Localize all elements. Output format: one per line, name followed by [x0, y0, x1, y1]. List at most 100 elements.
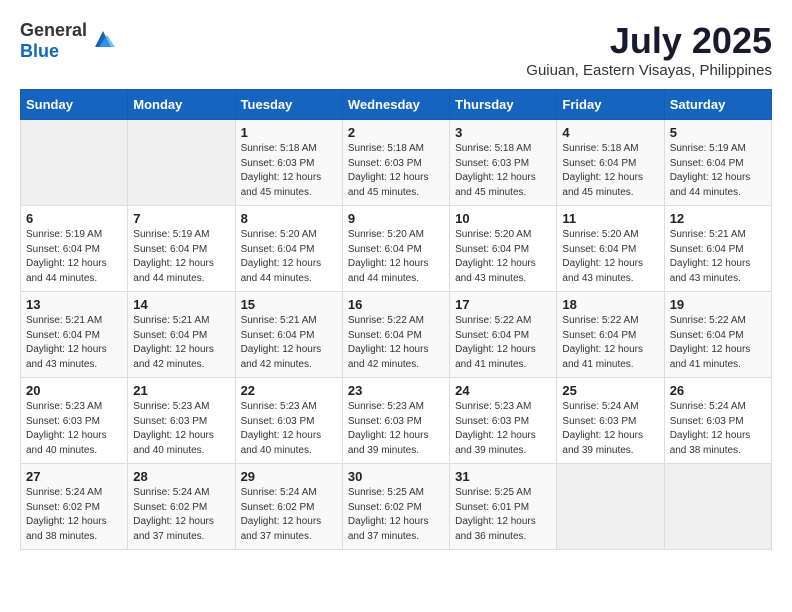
- calendar-cell: 13Sunrise: 5:21 AM Sunset: 6:04 PM Dayli…: [21, 292, 128, 378]
- calendar-cell: 17Sunrise: 5:22 AM Sunset: 6:04 PM Dayli…: [450, 292, 557, 378]
- calendar-cell: 11Sunrise: 5:20 AM Sunset: 6:04 PM Dayli…: [557, 206, 664, 292]
- day-number: 26: [670, 383, 766, 398]
- calendar-cell: 6Sunrise: 5:19 AM Sunset: 6:04 PM Daylig…: [21, 206, 128, 292]
- calendar-cell: 23 Sunrise: 5:23 AM Sunset: 6:03 PM Dayli…: [342, 378, 449, 464]
- day-number: 29: [241, 469, 337, 484]
- weekday-wednesday: Wednesday: [342, 90, 449, 120]
- calendar-subtitle: Guiuan, Eastern Visayas, Philippines: [526, 62, 772, 79]
- day-info: Sunrise: 5:21 AM Sunset: 6:04 PM Dayligh…: [133, 314, 229, 372]
- calendar-week-3: 13 Sunrise: 5:21 AM Sunset: 6:04 PM Dayli…: [21, 292, 772, 378]
- day-info: Sunrise: 5:23 AM Sunset: 6:03 PM Dayligh…: [26, 400, 122, 458]
- day-info: Sunrise: 5:24 AM Sunset: 6:02 PM Dayligh…: [133, 486, 229, 544]
- calendar-cell: 5Sunrise: 5:19 AM Sunset: 6:04 PM Daylig…: [664, 120, 771, 206]
- calendar-week-1: 1 Sunrise: 5:18 AM Sunset: 6:03 PM Daylig…: [21, 120, 772, 206]
- calendar-cell: 7 Sunrise: 5:19 AM Sunset: 6:04 PM Daylig…: [128, 206, 235, 292]
- weekday-tuesday: Tuesday: [235, 90, 342, 120]
- day-info: Sunrise: 5:19 AM Sunset: 6:04 PM Dayligh…: [133, 228, 229, 286]
- page-header: General Blue July 2025 Guiuan, Eastern V…: [20, 20, 772, 79]
- day-number: 19: [670, 297, 766, 312]
- day-number: 30: [348, 469, 444, 484]
- day-number: 16: [348, 297, 444, 312]
- calendar-cell: [128, 120, 235, 206]
- calendar-cell: 21 Sunrise: 5:23 AM Sunset: 6:03 PM Dayli…: [128, 378, 235, 464]
- calendar-table: SundayMondayTuesdayWednesdayThursdayFrid…: [20, 89, 772, 550]
- calendar-body: 1 Sunrise: 5:18 AM Sunset: 6:03 PM Daylig…: [21, 120, 772, 550]
- day-info: Sunrise: 5:24 AM Sunset: 6:03 PM Dayligh…: [562, 400, 658, 458]
- calendar-cell: 22 Sunrise: 5:23 AM Sunset: 6:03 PM Dayli…: [235, 378, 342, 464]
- calendar-cell: 3Sunrise: 5:18 AM Sunset: 6:03 PM Daylig…: [450, 120, 557, 206]
- day-number: 27: [26, 469, 122, 484]
- day-number: 14: [133, 297, 229, 312]
- weekday-sunday: Sunday: [21, 90, 128, 120]
- day-info: Sunrise: 5:23 AM Sunset: 6:03 PM Dayligh…: [133, 400, 229, 458]
- weekday-saturday: Saturday: [664, 90, 771, 120]
- day-number: 9: [348, 211, 444, 226]
- day-number: 24: [455, 383, 551, 398]
- calendar-cell: 20 Sunrise: 5:23 AM Sunset: 6:03 PM Dayli…: [21, 378, 128, 464]
- calendar-cell: 29 Sunrise: 5:24 AM Sunset: 6:02 PM Dayli…: [235, 464, 342, 550]
- calendar-cell: 18Sunrise: 5:22 AM Sunset: 6:04 PM Dayli…: [557, 292, 664, 378]
- calendar-cell: 2Sunrise: 5:18 AM Sunset: 6:03 PM Daylig…: [342, 120, 449, 206]
- day-info: Sunrise: 5:19 AM Sunset: 6:04 PM Dayligh…: [26, 228, 122, 286]
- calendar-cell: [557, 464, 664, 550]
- calendar-cell: 26 Sunrise: 5:24 AM Sunset: 6:03 PM Dayli…: [664, 378, 771, 464]
- day-number: 25: [562, 383, 658, 398]
- calendar-cell: 14 Sunrise: 5:21 AM Sunset: 6:04 PM Dayli…: [128, 292, 235, 378]
- day-number: 4: [562, 125, 658, 140]
- day-info: Sunrise: 5:21 AM Sunset: 6:04 PM Dayligh…: [670, 228, 766, 286]
- day-info: Sunrise: 5:22 AM Sunset: 6:04 PM Dayligh…: [670, 314, 766, 372]
- calendar-cell: [21, 120, 128, 206]
- day-number: 10: [455, 211, 551, 226]
- day-info: Sunrise: 5:22 AM Sunset: 6:04 PM Dayligh…: [562, 314, 658, 372]
- calendar-cell: 12 Sunrise: 5:21 AM Sunset: 6:04 PM Dayli…: [664, 206, 771, 292]
- day-number: 21: [133, 383, 229, 398]
- day-info: Sunrise: 5:22 AM Sunset: 6:04 PM Dayligh…: [348, 314, 444, 372]
- calendar-week-4: 20 Sunrise: 5:23 AM Sunset: 6:03 PM Dayli…: [21, 378, 772, 464]
- day-number: 8: [241, 211, 337, 226]
- logo: General Blue: [20, 20, 117, 62]
- day-info: Sunrise: 5:23 AM Sunset: 6:03 PM Dayligh…: [241, 400, 337, 458]
- calendar-title: July 2025: [526, 20, 772, 62]
- day-info: Sunrise: 5:20 AM Sunset: 6:04 PM Dayligh…: [562, 228, 658, 286]
- day-number: 28: [133, 469, 229, 484]
- calendar-cell: 27Sunrise: 5:24 AM Sunset: 6:02 PM Dayli…: [21, 464, 128, 550]
- day-number: 23: [348, 383, 444, 398]
- logo-icon: [89, 27, 117, 55]
- logo-blue: Blue: [20, 41, 59, 61]
- day-info: Sunrise: 5:20 AM Sunset: 6:04 PM Dayligh…: [348, 228, 444, 286]
- day-number: 22: [241, 383, 337, 398]
- day-info: Sunrise: 5:25 AM Sunset: 6:01 PM Dayligh…: [455, 486, 551, 544]
- day-info: Sunrise: 5:24 AM Sunset: 6:02 PM Dayligh…: [241, 486, 337, 544]
- day-info: Sunrise: 5:18 AM Sunset: 6:03 PM Dayligh…: [455, 142, 551, 200]
- day-number: 1: [241, 125, 337, 140]
- calendar-cell: 24 Sunrise: 5:23 AM Sunset: 6:03 PM Dayli…: [450, 378, 557, 464]
- weekday-header-row: SundayMondayTuesdayWednesdayThursdayFrid…: [21, 90, 772, 120]
- logo-text: General Blue: [20, 20, 87, 62]
- calendar-cell: 9 Sunrise: 5:20 AM Sunset: 6:04 PM Daylig…: [342, 206, 449, 292]
- day-info: Sunrise: 5:20 AM Sunset: 6:04 PM Dayligh…: [241, 228, 337, 286]
- day-info: Sunrise: 5:24 AM Sunset: 6:03 PM Dayligh…: [670, 400, 766, 458]
- day-number: 12: [670, 211, 766, 226]
- calendar-cell: 1 Sunrise: 5:18 AM Sunset: 6:03 PM Daylig…: [235, 120, 342, 206]
- day-number: 17: [455, 297, 551, 312]
- day-number: 7: [133, 211, 229, 226]
- day-info: Sunrise: 5:23 AM Sunset: 6:03 PM Dayligh…: [455, 400, 551, 458]
- day-info: Sunrise: 5:21 AM Sunset: 6:04 PM Dayligh…: [241, 314, 337, 372]
- day-info: Sunrise: 5:23 AM Sunset: 6:03 PM Dayligh…: [348, 400, 444, 458]
- weekday-friday: Friday: [557, 90, 664, 120]
- day-info: Sunrise: 5:18 AM Sunset: 6:04 PM Dayligh…: [562, 142, 658, 200]
- calendar-cell: [664, 464, 771, 550]
- day-info: Sunrise: 5:18 AM Sunset: 6:03 PM Dayligh…: [241, 142, 337, 200]
- calendar-cell: 30 Sunrise: 5:25 AM Sunset: 6:02 PM Dayli…: [342, 464, 449, 550]
- calendar-week-2: 6Sunrise: 5:19 AM Sunset: 6:04 PM Daylig…: [21, 206, 772, 292]
- day-info: Sunrise: 5:19 AM Sunset: 6:04 PM Dayligh…: [670, 142, 766, 200]
- calendar-cell: 28 Sunrise: 5:24 AM Sunset: 6:02 PM Dayli…: [128, 464, 235, 550]
- calendar-week-5: 27 Sunrise: 5:24 AM Sunset: 6:02 PM Dayli…: [21, 464, 772, 550]
- day-info: Sunrise: 5:25 AM Sunset: 6:02 PM Dayligh…: [348, 486, 444, 544]
- day-number: 15: [241, 297, 337, 312]
- day-number: 13: [26, 297, 122, 312]
- weekday-thursday: Thursday: [450, 90, 557, 120]
- calendar-cell: 16 Sunrise: 5:22 AM Sunset: 6:04 PM Dayli…: [342, 292, 449, 378]
- calendar-cell: 15 Sunrise: 5:21 AM Sunset: 6:04 PM Dayli…: [235, 292, 342, 378]
- day-number: 20: [26, 383, 122, 398]
